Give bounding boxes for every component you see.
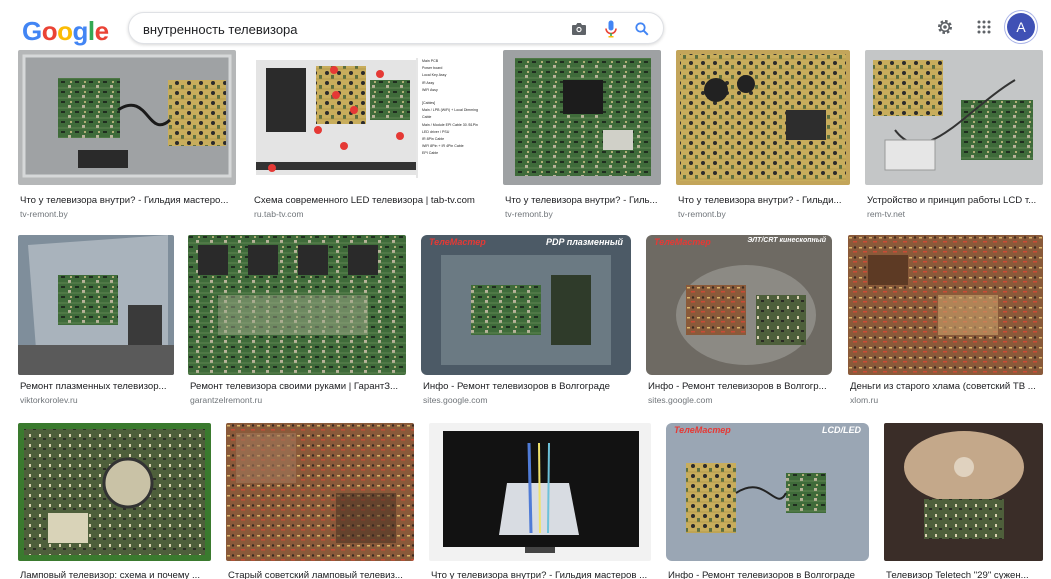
legend-cable: Main / LPB (WiFi) + Local Dimming Cable (422, 108, 479, 120)
image-result[interactable]: Что у телевизора внутри? - Гильдия масте… (18, 50, 236, 220)
mic-icon[interactable] (601, 19, 621, 39)
gear-icon[interactable] (933, 15, 957, 39)
result-source[interactable]: sites.google.com (648, 395, 832, 406)
legend-cable: EPI Cable (422, 151, 439, 156)
search-box (128, 12, 664, 44)
result-thumbnail[interactable] (865, 50, 1043, 185)
result-thumbnail[interactable] (429, 423, 651, 561)
legend-heading: [Cables] (422, 101, 436, 106)
avatar-letter: A (1016, 19, 1026, 35)
google-logo[interactable]: Google (22, 18, 109, 44)
result-thumbnail[interactable] (676, 50, 850, 185)
avatar[interactable]: A (1007, 13, 1035, 41)
legend-item: Local Key Assy (422, 73, 447, 78)
result-title[interactable]: Деньги из старого хлама (советский ТВ ..… (850, 381, 1043, 393)
type-badge: PDP плазменный (546, 237, 623, 247)
result-title[interactable]: Ремонт телевизора своими руками | Гарант… (190, 381, 406, 393)
image-result[interactable]: Деньги из старого хлама (советский ТВ ..… (848, 235, 1043, 410)
result-title[interactable]: Старый советский ламповый телевиз... (228, 570, 414, 579)
logo-letter: l (87, 16, 95, 46)
result-title[interactable]: Что у телевизора внутри? - Гильди... (678, 195, 850, 207)
result-title[interactable]: Что у телевизора внутри? - Гиль... (505, 195, 661, 207)
result-thumbnail[interactable]: Main PCB Power board Local Key Assy IR A… (252, 50, 488, 185)
apps-grid-icon[interactable] (972, 15, 996, 39)
result-title[interactable]: Инфо - Ремонт телевизоров в Волгограде (423, 381, 631, 393)
diagram-legend: Main PCB Power board Local Key Assy IR A… (422, 58, 486, 158)
legend-cable: LED driver / PSU (422, 129, 450, 134)
logo-letter: o (57, 16, 73, 46)
result-source[interactable]: tv-remont.by (678, 209, 850, 220)
logo-letter: g (72, 16, 89, 46)
result-title[interactable]: Ламповый телевизор: схема и почему ... (20, 570, 211, 579)
result-title[interactable]: Что у телевизора внутри? - Гильдия масте… (20, 195, 236, 207)
result-source[interactable]: xlom.ru (850, 395, 1043, 406)
result-thumbnail[interactable] (188, 235, 406, 375)
result-source[interactable]: viktorkorolev.ru (20, 395, 174, 406)
image-result[interactable]: Ремонт телевизора своими руками | Гарант… (188, 235, 406, 410)
top-bar: Google A (0, 0, 1051, 56)
search-icon[interactable] (632, 19, 652, 39)
legend-cable: IR 8Pin Cable (422, 137, 445, 142)
brand-badge: ТелеМастер (674, 425, 731, 435)
result-title[interactable]: Ремонт плазменных телевизор... (20, 381, 174, 393)
legend-item: Power board (422, 66, 443, 71)
result-title[interactable]: Инфо - Ремонт телевизоров в Волгограде (668, 570, 869, 579)
result-source[interactable]: ru.tab-tv.com (254, 209, 488, 220)
result-thumbnail[interactable] (18, 50, 236, 185)
result-thumbnail[interactable] (848, 235, 1043, 375)
result-title[interactable]: Телевизор Teletech "29" сужен... (886, 570, 1043, 579)
result-title[interactable]: Что у телевизора внутри? - Гильдия масте… (431, 570, 651, 579)
image-result[interactable]: Устройство и принцип работы LCD т... rem… (865, 50, 1043, 220)
image-result[interactable]: Что у телевизора внутри? - Гильдия масте… (429, 423, 651, 579)
result-source[interactable]: tv-remont.by (505, 209, 661, 220)
image-result[interactable]: Что у телевизора внутри? - Гильди... tv-… (676, 50, 850, 220)
result-thumbnail[interactable] (503, 50, 661, 185)
camera-icon[interactable] (569, 19, 589, 39)
result-thumbnail[interactable] (18, 235, 174, 375)
logo-letter: e (94, 16, 109, 46)
result-source[interactable]: rem-tv.net (867, 209, 1043, 220)
image-result[interactable]: Ремонт плазменных телевизор... viktorkor… (18, 235, 174, 410)
image-result[interactable]: ТелеМастер LCD/LED Инфо - Ремонт телевиз… (666, 423, 869, 579)
legend-item: Main PCB (422, 59, 439, 63)
image-result[interactable]: ТелеМастер ЭЛТ/CRT кинескопный Инфо - Ре… (646, 235, 832, 410)
result-thumbnail[interactable] (884, 423, 1043, 561)
result-title[interactable]: Инфо - Ремонт телевизоров в Волгогр... (648, 381, 832, 393)
result-title[interactable]: Устройство и принцип работы LCD т... (867, 195, 1043, 207)
result-title[interactable]: Схема современного LED телевизора | tab-… (254, 195, 488, 207)
legend-item: WiFi Assy (422, 87, 438, 92)
result-source[interactable]: sites.google.com (423, 395, 631, 406)
result-source[interactable]: tv-remont.by (20, 209, 236, 220)
logo-letter: o (41, 16, 58, 46)
legend-cable: Main / Module EPI Cable 30 /51Pin (422, 122, 478, 127)
search-input[interactable] (143, 19, 543, 39)
legend-item: IR Assy (422, 80, 435, 85)
result-thumbnail[interactable]: ТелеМастер LCD/LED (666, 423, 869, 561)
legend-cable: WiFi 8Pin + IR 4Pin Cable (422, 144, 464, 149)
image-result[interactable]: ТелеМастер PDP плазменный Инфо - Ремонт … (421, 235, 631, 410)
result-thumbnail[interactable]: ТелеМастер ЭЛТ/CRT кинескопный (646, 235, 832, 375)
logo-letter: G (22, 16, 42, 46)
result-thumbnail[interactable]: ТелеМастер PDP плазменный (421, 235, 631, 375)
brand-badge: ТелеМастер (429, 237, 486, 247)
type-badge: ЭЛТ/CRT кинескопный (747, 237, 826, 244)
result-source[interactable]: garantzelremont.ru (190, 395, 406, 406)
image-result[interactable]: Телевизор Teletech "29" сужен... (884, 423, 1043, 579)
brand-badge: ТелеМастер (654, 237, 711, 247)
type-badge: LCD/LED (822, 425, 861, 435)
result-thumbnail[interactable] (18, 423, 211, 561)
image-result[interactable]: Ламповый телевизор: схема и почему ... (18, 423, 211, 579)
image-result[interactable]: Что у телевизора внутри? - Гиль... tv-re… (503, 50, 661, 220)
result-thumbnail[interactable] (226, 423, 414, 561)
image-result[interactable]: Main PCB Power board Local Key Assy IR A… (252, 50, 488, 220)
image-result[interactable]: Старый советский ламповый телевиз... (226, 423, 414, 579)
